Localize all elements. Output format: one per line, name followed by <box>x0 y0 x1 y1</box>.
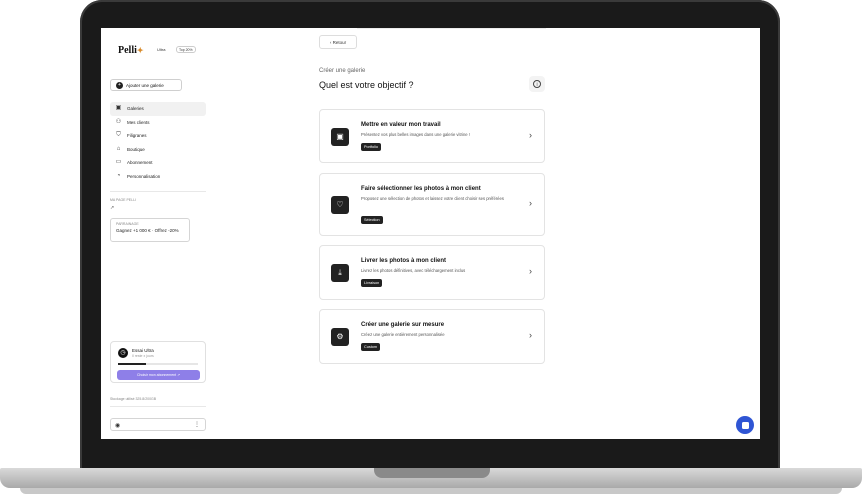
card-tag: Livraison <box>361 279 383 287</box>
referral-title: PARRAINAGE <box>116 222 139 226</box>
sidebar-item-galleries[interactable]: ▣ Galeries <box>110 102 206 116</box>
sidebar-item-label: Abonnement <box>127 160 153 166</box>
laptop-notch <box>374 468 490 478</box>
users-icon: ⚇ <box>115 118 122 125</box>
referral-text: Gagnez +1 000 € · Offrez -20% <box>116 228 179 233</box>
trial-plan: Essai Ultra <box>132 348 154 353</box>
card-title: Faire sélectionner les photos à mon clie… <box>361 186 481 192</box>
objective-card-selection[interactable]: ♡ Faire sélectionner les photos à mon cl… <box>319 173 545 236</box>
divider <box>110 406 206 407</box>
card-title: Créer une galerie sur mesure <box>361 322 445 328</box>
add-gallery-button[interactable]: + Ajouter une galerie <box>110 79 182 91</box>
chat-icon <box>741 421 749 429</box>
image-icon: ▣ <box>115 105 122 112</box>
sidebar-nav: ▣ Galeries ⚇ Mes clients ⛉ Filigranes ⌂ … <box>110 102 206 183</box>
account-menu[interactable]: ◉ ⋮ <box>110 418 206 431</box>
card-description: Créez une galerie entièrement personnali… <box>361 332 445 337</box>
trial-progress-bar <box>118 363 198 365</box>
card-tag: Portfolio <box>361 143 381 151</box>
card-tag: Sélection <box>361 216 383 224</box>
back-label: Retour <box>332 39 347 45</box>
divider <box>110 191 206 192</box>
chevron-right-icon: › <box>529 330 532 340</box>
external-link-icon[interactable]: ↗ <box>110 205 114 211</box>
header-divider <box>357 28 546 29</box>
app-screen: Pelli✦ Ultra Top 20% + Ajouter une galer… <box>101 28 760 439</box>
settings-icon: ⚙ <box>331 328 349 346</box>
storage-usage: Stockage utilisé 325.8/200GB <box>110 397 157 401</box>
sidebar: Pelli✦ Ultra Top 20% + Ajouter une galer… <box>101 28 213 439</box>
rank-badge: Top 20% <box>176 46 196 53</box>
sidebar-item-shop[interactable]: ⌂ Boutique <box>110 143 206 157</box>
page-eyebrow: Créer une galerie <box>319 68 366 74</box>
my-page-label: MA PAGE PELLI <box>110 198 137 202</box>
trial-card: ◷ Essai Ultra Il reste x jours Choisir m… <box>110 341 206 383</box>
chat-support-button[interactable] <box>736 416 754 434</box>
sidebar-item-label: Personnalisation <box>127 173 161 179</box>
sidebar-item-customization[interactable]: ◔ Personnalisation <box>110 170 206 184</box>
sidebar-item-label: Mes clients <box>127 119 150 125</box>
trial-remaining: Il reste x jours <box>132 354 154 358</box>
download-icon: ⤓ <box>331 264 349 282</box>
chevron-right-icon: › <box>529 130 532 140</box>
chevron-left-icon: ‹ <box>329 39 332 45</box>
sidebar-item-label: Filigranes <box>127 133 147 139</box>
sidebar-item-subscription[interactable]: ▭ Abonnement <box>110 156 206 170</box>
brand-logo[interactable]: Pelli✦ <box>118 45 144 56</box>
sidebar-item-label: Galeries <box>127 106 144 112</box>
referral-card[interactable]: PARRAINAGE Gagnez +1 000 € · Offrez -20% <box>110 218 190 242</box>
clock-icon: ◷ <box>118 348 128 358</box>
back-button[interactable]: ‹ Retour <box>319 35 357 49</box>
chevron-right-icon: › <box>529 266 532 276</box>
card-icon: ▭ <box>115 159 122 166</box>
sidebar-item-watermarks[interactable]: ⛉ Filigranes <box>110 129 206 143</box>
card-title: Livrer les photos à mon client <box>361 258 447 264</box>
sidebar-item-label: Boutique <box>127 146 145 152</box>
page-title: Quel est votre objectif ? <box>319 80 414 90</box>
card-title: Mettre en valeur mon travail <box>361 122 441 128</box>
card-tag: Custom <box>361 343 381 351</box>
sidebar-item-clients[interactable]: ⚇ Mes clients <box>110 116 206 130</box>
palette-icon: ◔ <box>116 172 121 179</box>
info-icon: i <box>533 80 541 88</box>
plus-icon: + <box>116 81 123 89</box>
more-vertical-icon[interactable]: ⋮ <box>194 421 200 428</box>
bag-icon: ⌂ <box>116 145 121 152</box>
image-icon: ▣ <box>331 128 349 146</box>
objective-card-delivery[interactable]: ⤓ Livrer les photos à mon client Livrez … <box>319 245 545 300</box>
choose-subscription-button[interactable]: Choisir mon abonnement ↗ <box>117 370 200 380</box>
heart-icon: ♡ <box>331 196 349 214</box>
plan-badge: Ultra <box>157 47 166 52</box>
laptop-foot <box>20 488 842 494</box>
objective-card-custom[interactable]: ⚙ Créer une galerie sur mesure Créez une… <box>319 309 545 364</box>
objective-card-portfolio[interactable]: ▣ Mettre en valeur mon travail Présentez… <box>319 109 545 163</box>
chevron-right-icon: › <box>529 198 532 208</box>
cta-label: Choisir mon abonnement <box>136 373 177 377</box>
user-circle-icon: ◉ <box>115 422 121 429</box>
card-description: Présentez vos plus belles images dans un… <box>361 132 470 137</box>
card-description: Proposez une sélection de photos et lais… <box>361 196 504 201</box>
info-button[interactable]: i <box>529 76 545 92</box>
add-gallery-label: Ajouter une galerie <box>126 82 164 88</box>
trial-progress-fill <box>118 363 146 365</box>
shield-icon: ⛉ <box>116 132 121 139</box>
card-description: Livrez les photos définitives, avec télé… <box>361 268 466 273</box>
